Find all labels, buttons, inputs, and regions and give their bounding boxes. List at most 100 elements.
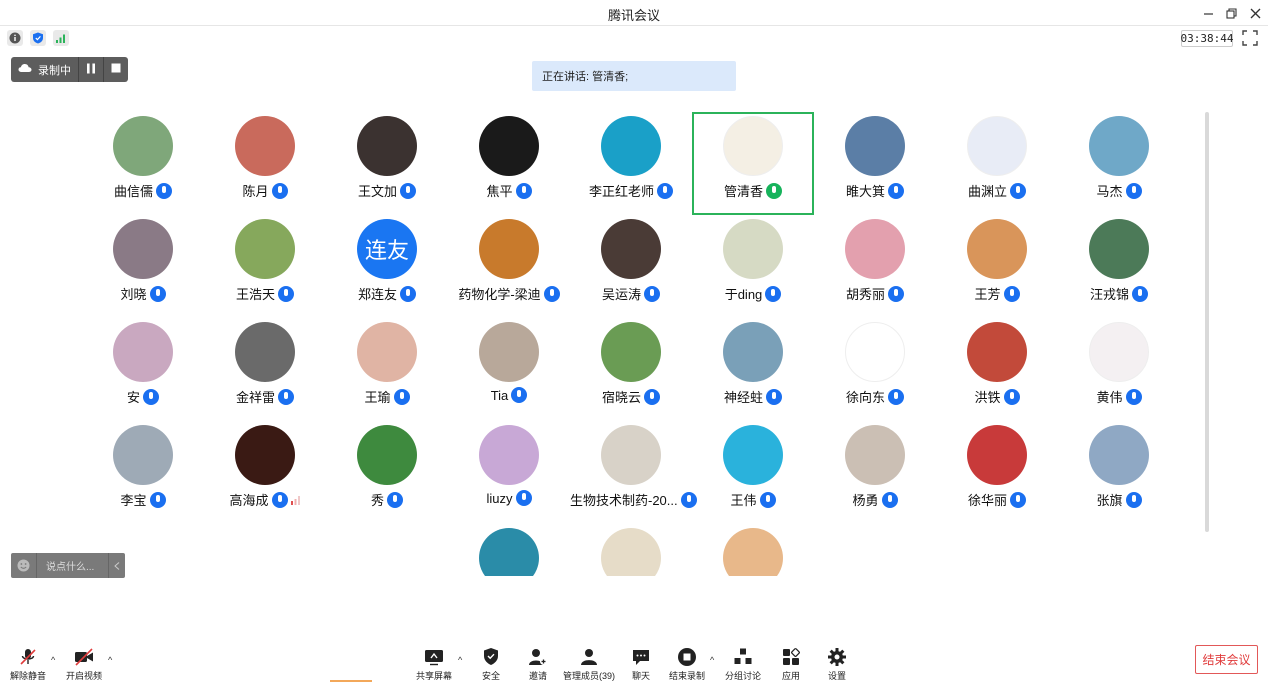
- participant-name-row: 王文加: [326, 181, 448, 200]
- shield-icon: [480, 646, 502, 668]
- participant-tile[interactable]: 王文加: [326, 112, 446, 212]
- grid-scrollbar[interactable]: [1205, 112, 1209, 532]
- participant-tile[interactable]: 刘晓: [82, 215, 202, 315]
- chat-quick-input[interactable]: 说点什么...: [11, 553, 125, 578]
- participant-tile[interactable]: 神经蛀: [692, 318, 812, 418]
- participant-name-row: 汪戎锦: [1058, 284, 1180, 303]
- signal-icon[interactable]: [53, 30, 69, 46]
- participant-tile[interactable]: 宿晓云: [570, 318, 690, 418]
- participant-tile[interactable]: [570, 524, 690, 576]
- participant-name-row: 徐向东: [814, 387, 936, 406]
- participant-tile[interactable]: 于ding: [692, 215, 812, 315]
- participant-tile[interactable]: 连友 郑连友: [326, 215, 446, 315]
- participant-tile[interactable]: 洪铁: [936, 318, 1056, 418]
- participant-name: 马杰: [1096, 184, 1123, 199]
- participant-tile[interactable]: [692, 524, 812, 576]
- apps-button[interactable]: 应用: [780, 646, 802, 682]
- participant-tile[interactable]: 马杰: [1058, 112, 1178, 212]
- collapse-chat-icon[interactable]: [108, 553, 125, 578]
- record-options-icon[interactable]: ^: [710, 655, 714, 665]
- avatar: [845, 425, 905, 485]
- avatar: [1089, 116, 1149, 176]
- participant-name: 焦平: [486, 184, 513, 199]
- participant-tile[interactable]: 汪戎锦: [1058, 215, 1178, 315]
- emoji-icon[interactable]: [11, 553, 37, 578]
- chat-button[interactable]: 聊天: [630, 646, 652, 682]
- avatar: [845, 219, 905, 279]
- participant-name-row: 曲渊立: [936, 181, 1058, 200]
- mic-icon: [766, 389, 782, 405]
- participant-tile[interactable]: 曲渊立: [936, 112, 1056, 212]
- participant-tile[interactable]: 焦平: [448, 112, 568, 212]
- participant-name-row: 高海成: [204, 490, 326, 509]
- participant-tile[interactable]: 李正红老师: [570, 112, 690, 212]
- participant-name-row: 安: [82, 387, 204, 406]
- breakout-rooms-button[interactable]: 分组讨论: [725, 646, 761, 682]
- mic-icon: [644, 286, 660, 302]
- participant-name: Tia: [490, 388, 509, 403]
- mic-icon: [1132, 286, 1148, 302]
- pause-recording-button[interactable]: [79, 57, 103, 82]
- participant-name-row: 李宝: [82, 490, 204, 509]
- participant-tile[interactable]: 徐向东: [814, 318, 934, 418]
- avatar: [845, 116, 905, 176]
- security-button[interactable]: 安全: [480, 646, 502, 682]
- participant-tile[interactable]: 胡秀丽: [814, 215, 934, 315]
- end-meeting-button[interactable]: 结束会议: [1195, 645, 1258, 674]
- participant-name-row: 焦平: [448, 181, 570, 200]
- participant-tile[interactable]: 张旗: [1058, 421, 1178, 521]
- participant-tile[interactable]: 杨勇: [814, 421, 934, 521]
- participant-tile[interactable]: 曲信儒: [82, 112, 202, 212]
- participant-tile[interactable]: 王浩天: [204, 215, 324, 315]
- participant-name-row: 张旗: [1058, 490, 1180, 509]
- participant-tile[interactable]: 李宝: [82, 421, 202, 521]
- participant-tile[interactable]: 生物技术制药-20...: [570, 421, 697, 521]
- info-icon[interactable]: [7, 30, 23, 46]
- stop-recording-button[interactable]: [104, 57, 128, 82]
- shield-icon[interactable]: [30, 30, 46, 46]
- participant-tile[interactable]: 药物化学-梁迪: [448, 215, 568, 315]
- participant-tile[interactable]: 王瑜: [326, 318, 446, 418]
- avatar: [357, 116, 417, 176]
- participant-tile[interactable]: 王芳: [936, 215, 1056, 315]
- participant-tile[interactable]: 高海成: [204, 421, 324, 521]
- restore-icon[interactable]: [1220, 3, 1242, 23]
- share-screen-button[interactable]: 共享屏幕: [416, 646, 452, 682]
- unmute-button[interactable]: 解除静音: [10, 646, 46, 682]
- avatar: [357, 322, 417, 382]
- participant-tile[interactable]: [448, 524, 568, 576]
- participant-name-row: 马杰: [1058, 181, 1180, 200]
- participant-name-row: 郑连友: [326, 284, 448, 303]
- participant-tile[interactable]: 徐华丽: [936, 421, 1056, 521]
- invite-button[interactable]: 邀请: [527, 646, 549, 682]
- fullscreen-icon[interactable]: [1241, 29, 1259, 47]
- video-options-icon[interactable]: ^: [108, 655, 112, 665]
- participant-name: 王瑜: [364, 390, 391, 405]
- participant-tile[interactable]: 金祥雷: [204, 318, 324, 418]
- participant-tile[interactable]: 睢大箕: [814, 112, 934, 212]
- stop-recording-toolbar-button[interactable]: 结束录制: [669, 646, 705, 682]
- close-icon[interactable]: [1244, 3, 1266, 23]
- participant-tile[interactable]: liuzy: [448, 421, 568, 521]
- mic-icon: [888, 389, 904, 405]
- invite-label: 邀请: [528, 671, 547, 681]
- participant-tile[interactable]: 黄伟: [1058, 318, 1178, 418]
- avatar: [723, 425, 783, 485]
- manage-members-button[interactable]: 管理成员(39): [563, 646, 615, 682]
- settings-button[interactable]: 设置: [826, 646, 848, 682]
- participant-tile[interactable]: 秀: [326, 421, 446, 521]
- participant-name: 安: [126, 390, 140, 405]
- participant-tile[interactable]: 吴运涛: [570, 215, 690, 315]
- participant-tile[interactable]: 王伟: [692, 421, 812, 521]
- participant-tile[interactable]: 安: [82, 318, 202, 418]
- audio-options-icon[interactable]: ^: [51, 655, 55, 665]
- minimize-icon[interactable]: [1197, 3, 1219, 23]
- avatar: [845, 322, 905, 382]
- share-options-icon[interactable]: ^: [458, 655, 462, 665]
- participant-name-row: 曲信儒: [82, 181, 204, 200]
- stop-recording-label: 结束录制: [669, 671, 706, 681]
- participant-tile[interactable]: 陈月: [204, 112, 324, 212]
- members-icon: [578, 646, 600, 668]
- start-video-button[interactable]: 开启视频: [66, 646, 102, 682]
- participant-tile[interactable]: Tia: [448, 318, 568, 418]
